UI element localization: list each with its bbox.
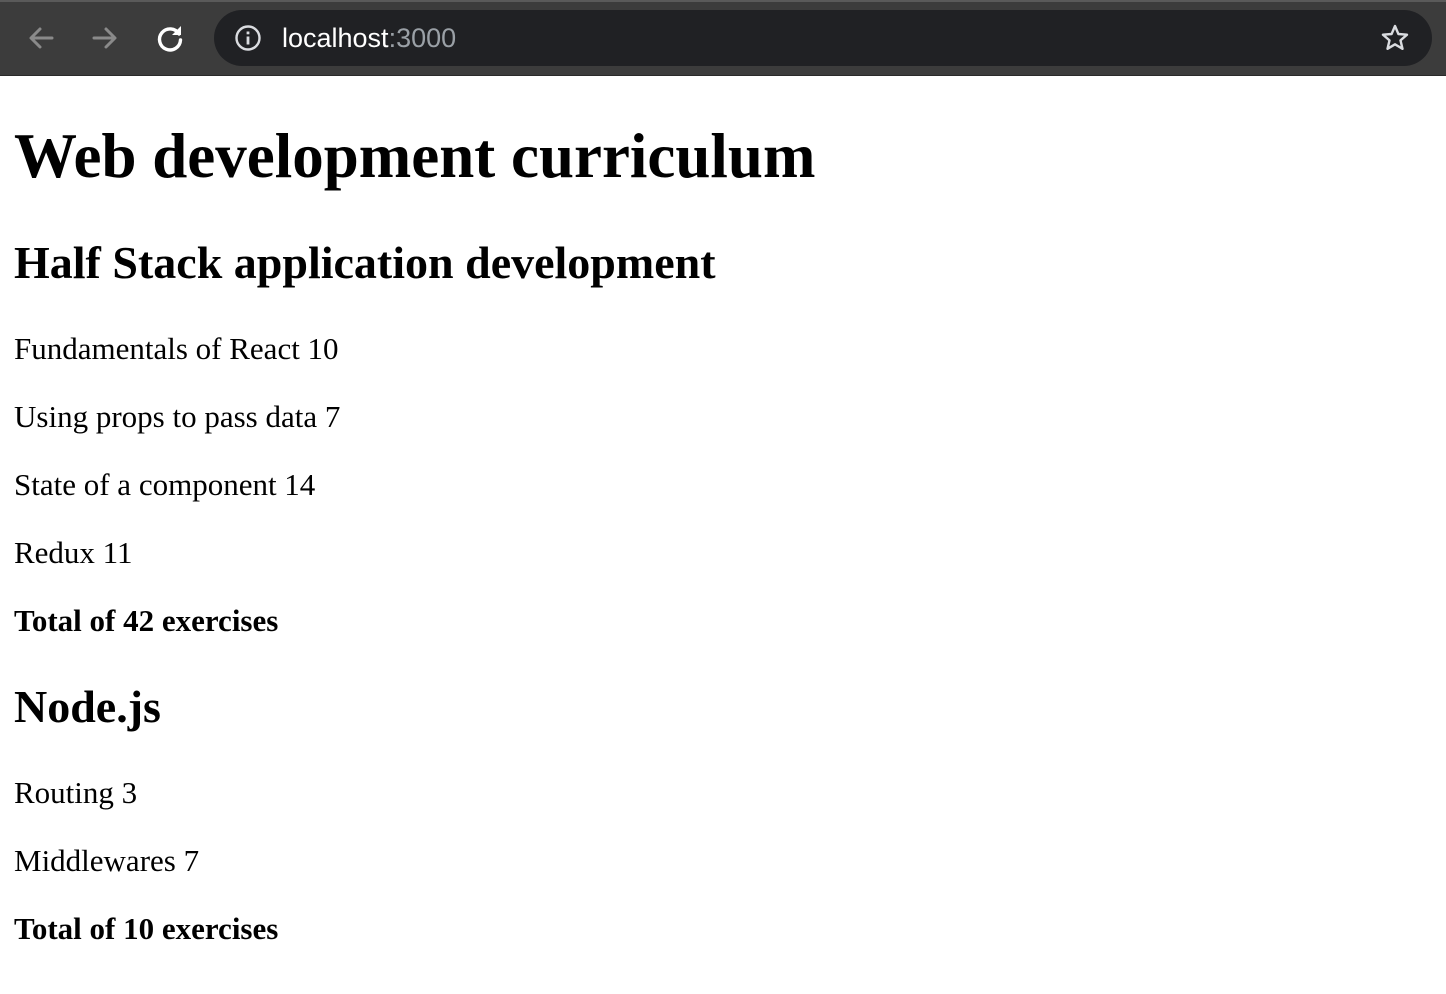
course-title: Node.js [14, 681, 161, 732]
reload-icon [157, 26, 183, 52]
course-title: Half Stack application development [14, 237, 716, 288]
url-port: :3000 [388, 23, 457, 53]
course-part: State of a component 14 [14, 467, 316, 502]
arrow-right-icon [92, 27, 117, 49]
address-bar[interactable]: localhost:3000 [214, 10, 1432, 66]
info-icon[interactable] [234, 24, 262, 52]
course-part: Middlewares 7 [14, 843, 200, 878]
page-title: Web development curriculum [14, 121, 816, 191]
url-host: localhost [282, 23, 389, 53]
forward-button[interactable] [87, 20, 123, 56]
course-part: Using props to pass data 7 [14, 399, 341, 434]
window-top-edge [0, 0, 1446, 2]
bookmark-star-icon[interactable] [1380, 23, 1410, 53]
course-part: Redux 11 [14, 535, 133, 570]
back-button[interactable] [23, 20, 59, 56]
course-part: Routing 3 [14, 775, 138, 810]
exercise-total: Total of 42 exercises [14, 603, 279, 638]
reload-button[interactable] [152, 20, 188, 56]
course-part: Fundamentals of React 10 [14, 331, 339, 366]
url-text[interactable]: localhost:3000 [282, 24, 456, 52]
exercise-total: Total of 10 exercises [14, 911, 279, 946]
arrow-left-icon [29, 27, 54, 49]
browser-toolbar: localhost:3000 [0, 0, 1446, 76]
